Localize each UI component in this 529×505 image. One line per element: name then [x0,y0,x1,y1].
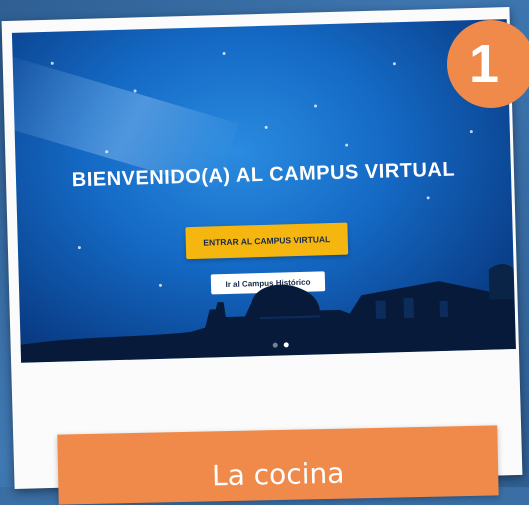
carousel-dot-1[interactable] [272,342,278,348]
carousel-indicators [272,342,289,348]
step-number-badge: 1 [447,20,529,108]
observatory-skyline [20,264,516,363]
carousel-dot-2[interactable] [283,342,289,348]
photo-frame: BIENVENIDO(A) AL CAMPUS VIRTUAL ENTRAR A… [1,6,523,490]
campus-hero-screenshot: BIENVENIDO(A) AL CAMPUS VIRTUAL ENTRAR A… [11,19,516,363]
caption-banner: La cocina [57,425,499,505]
